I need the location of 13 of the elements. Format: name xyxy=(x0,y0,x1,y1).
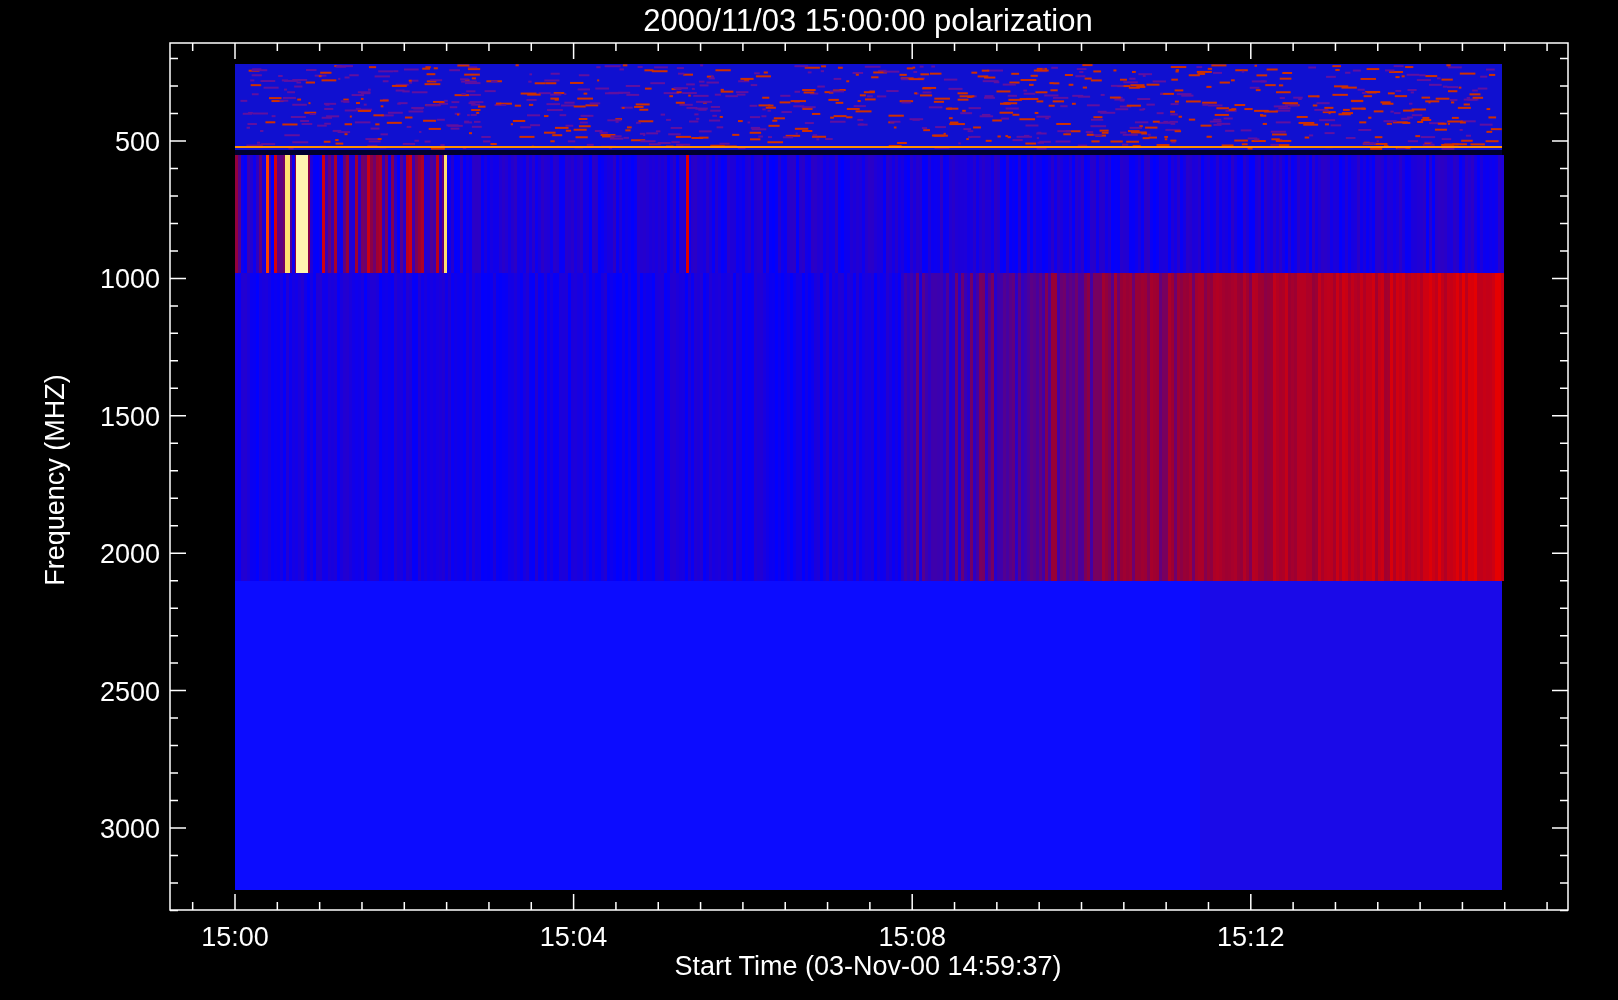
x-tick-label: 15:12 xyxy=(1217,922,1285,952)
y-tick-label: 3000 xyxy=(99,814,160,844)
x-tick-label: 15:08 xyxy=(878,922,946,952)
y-axis-label: Frequency (MHZ) xyxy=(40,374,70,586)
y-tick-label: 2500 xyxy=(99,676,160,707)
y-tick-label: 500 xyxy=(114,127,160,157)
y-tick-label: 1000 xyxy=(99,264,160,295)
chart-title: 2000/11/03 15:00:00 polarization xyxy=(643,3,1093,38)
y-tick-label: 2000 xyxy=(99,539,160,570)
x-tick-label: 15:04 xyxy=(539,922,608,952)
y-tick-label: 1500 xyxy=(99,401,160,432)
x-axis-label: Start Time (03-Nov-00 14:59:37) xyxy=(674,951,1062,981)
x-tick-label: 15:00 xyxy=(201,922,269,952)
